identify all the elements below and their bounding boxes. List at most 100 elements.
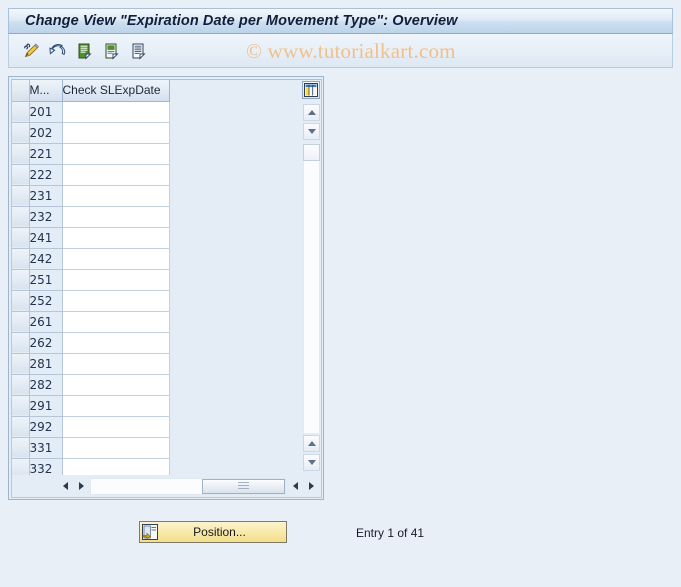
cell-movement-type[interactable]: 232 <box>28 205 63 228</box>
position-button[interactable]: Position... <box>139 521 287 543</box>
table-settings-icon[interactable] <box>302 81 320 99</box>
row-selector-button[interactable] <box>12 100 30 123</box>
table-row[interactable]: 202 <box>12 121 303 144</box>
column-header-mvt[interactable]: M... <box>28 80 63 102</box>
row-selector-button[interactable] <box>12 205 30 228</box>
table-horizontal-scrollbar[interactable] <box>12 475 321 497</box>
cell-check-slexpdate[interactable] <box>61 289 170 312</box>
cell-movement-type[interactable]: 332 <box>28 457 63 475</box>
arrow-right-icon <box>78 482 84 490</box>
cell-movement-type[interactable]: 282 <box>28 373 63 396</box>
table-row[interactable]: 281 <box>12 352 303 375</box>
row-selector-button[interactable] <box>12 436 30 459</box>
cell-check-slexpdate[interactable] <box>61 142 170 165</box>
cell-check-slexpdate[interactable] <box>61 163 170 186</box>
cell-movement-type[interactable]: 262 <box>28 331 63 354</box>
table-row[interactable]: 231 <box>12 184 303 207</box>
table-row[interactable]: 282 <box>12 373 303 396</box>
scroll-down-button[interactable] <box>303 123 320 140</box>
pencil-icon[interactable] <box>19 39 43 63</box>
cell-movement-type[interactable]: 222 <box>28 163 63 186</box>
cell-check-slexpdate[interactable] <box>61 247 170 270</box>
cell-check-slexpdate[interactable] <box>61 436 170 459</box>
cell-check-slexpdate[interactable] <box>61 457 170 475</box>
table-row[interactable]: 221 <box>12 142 303 165</box>
row-selector-button[interactable] <box>12 394 30 417</box>
row-selector-button[interactable] <box>12 163 30 186</box>
cell-movement-type[interactable]: 202 <box>28 121 63 144</box>
row-selector-button[interactable] <box>12 268 30 291</box>
cell-check-slexpdate[interactable] <box>61 268 170 291</box>
scroll-page-down-button[interactable] <box>303 454 320 471</box>
cell-movement-type[interactable]: 241 <box>28 226 63 249</box>
table-row[interactable]: 261 <box>12 310 303 333</box>
row-selector-button[interactable] <box>12 121 30 144</box>
new-entries-icon[interactable] <box>73 39 97 63</box>
page-title: Change View "Expiration Date per Movemen… <box>25 13 458 29</box>
table-row[interactable]: 291 <box>12 394 303 417</box>
table-row[interactable]: 251 <box>12 268 303 291</box>
cell-movement-type[interactable]: 291 <box>28 394 63 417</box>
cell-movement-type[interactable]: 231 <box>28 184 63 207</box>
cell-movement-type[interactable]: 252 <box>28 289 63 312</box>
table-row[interactable]: 332 <box>12 457 303 475</box>
cell-movement-type[interactable]: 251 <box>28 268 63 291</box>
cell-movement-type[interactable]: 261 <box>28 310 63 333</box>
details-icon[interactable] <box>127 39 151 63</box>
cell-movement-type[interactable]: 331 <box>28 436 63 459</box>
scroll-page-left-button[interactable] <box>287 478 303 494</box>
cell-check-slexpdate[interactable] <box>61 394 170 417</box>
cell-check-slexpdate[interactable] <box>61 352 170 375</box>
row-selector-button[interactable] <box>12 142 30 165</box>
cell-movement-type[interactable]: 221 <box>28 142 63 165</box>
scroll-up-button[interactable] <box>303 104 320 121</box>
cell-check-slexpdate[interactable] <box>61 184 170 207</box>
row-selector-button[interactable] <box>12 331 30 354</box>
cell-check-slexpdate[interactable] <box>61 373 170 396</box>
cell-check-slexpdate[interactable] <box>61 100 170 123</box>
cell-check-slexpdate[interactable] <box>61 331 170 354</box>
table-row[interactable]: 262 <box>12 331 303 354</box>
scroll-page-up-button[interactable] <box>303 435 320 452</box>
row-selector-button[interactable] <box>12 415 30 438</box>
row-selector-button[interactable] <box>12 184 30 207</box>
table-row[interactable]: 331 <box>12 436 303 459</box>
cell-movement-type[interactable]: 292 <box>28 415 63 438</box>
row-selector-button[interactable] <box>12 457 30 475</box>
row-filler <box>169 311 303 332</box>
table-row[interactable]: 252 <box>12 289 303 312</box>
copy-as-icon[interactable] <box>100 39 124 63</box>
cell-check-slexpdate[interactable] <box>61 205 170 228</box>
row-selector-button[interactable] <box>12 352 30 375</box>
horizontal-scroll-thumb[interactable] <box>202 478 285 494</box>
table-vertical-scrollbar[interactable] <box>301 80 321 475</box>
table-row[interactable]: 241 <box>12 226 303 249</box>
cell-movement-type[interactable]: 242 <box>28 247 63 270</box>
horizontal-scroll-track[interactable] <box>90 477 286 495</box>
cell-movement-type[interactable]: 201 <box>28 100 63 123</box>
row-selector-button[interactable] <box>12 310 30 333</box>
grid-region: M... Check SLExpDate 201 202 221 222 231 232 2… <box>12 80 303 475</box>
row-selector-button[interactable] <box>12 247 30 270</box>
cell-movement-type[interactable]: 281 <box>28 352 63 375</box>
scroll-right-button[interactable] <box>73 478 89 494</box>
table-row[interactable]: 201 <box>12 100 303 123</box>
row-selector-button[interactable] <box>12 373 30 396</box>
table-row[interactable]: 222 <box>12 163 303 186</box>
table-row[interactable]: 232 <box>12 205 303 228</box>
cell-check-slexpdate[interactable] <box>61 310 170 333</box>
table-row[interactable]: 242 <box>12 247 303 270</box>
row-selector-button[interactable] <box>12 289 30 312</box>
column-header-check[interactable]: Check SLExpDate <box>61 80 170 102</box>
vertical-scroll-track[interactable] <box>303 161 320 433</box>
cell-check-slexpdate[interactable] <box>61 226 170 249</box>
select-all-header[interactable] <box>12 80 30 102</box>
cell-check-slexpdate[interactable] <box>61 415 170 438</box>
row-selector-button[interactable] <box>12 226 30 249</box>
vertical-scroll-thumb[interactable] <box>303 144 320 161</box>
scroll-left-button[interactable] <box>57 478 73 494</box>
undo-icon[interactable] <box>46 39 70 63</box>
scroll-page-right-button[interactable] <box>303 478 319 494</box>
cell-check-slexpdate[interactable] <box>61 121 170 144</box>
table-row[interactable]: 292 <box>12 415 303 438</box>
